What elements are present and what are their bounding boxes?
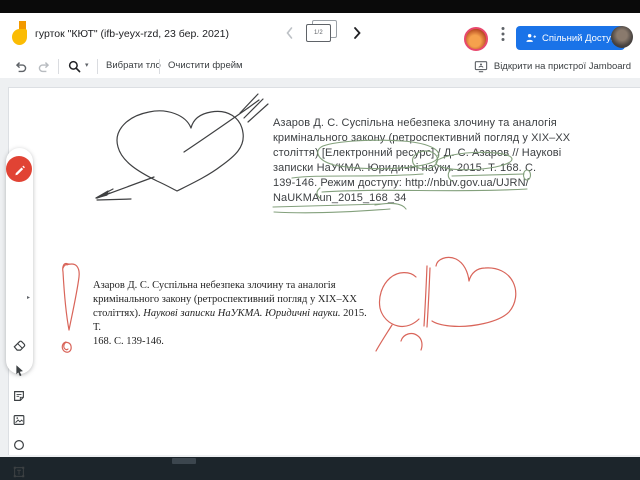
document-title: гурток "КЮТ" (ifb-yeyx-rzd, 23 бер. 2021… [35,28,229,40]
citation-line: записки НаУКМА. Юридичні науки. 2015. Т.… [273,162,537,174]
bottom-bar-highlight [172,458,196,464]
open-on-device-label: Відкрити на пристрої Jamboard [493,60,631,72]
shape-caret-icon[interactable]: ▸ [27,294,30,301]
citation-line: кримінального закону (ретроспективний по… [273,132,571,144]
clear-frame-button[interactable]: Очистити фрейм [168,55,243,77]
citation-line: століття) [Електронний ресурс] / Д. С. А… [273,147,562,159]
sticky-note-icon [14,391,24,401]
jamboard-device-icon [474,60,488,72]
share-button[interactable]: Спільний Доступ [516,26,626,50]
text-box-icon [13,466,25,478]
person-add-icon [526,34,537,42]
jamboard-logo-icon[interactable] [12,21,28,47]
eraser-tool[interactable] [9,334,29,354]
frame-toolbar: ▾ Вибрати тло Очистити фрейм Відкрити на… [0,55,640,79]
citation-text-object-bottom[interactable]: Азаров Д. С. Суспільна небезпека злочину… [93,279,369,349]
pen-icon [14,165,25,175]
citation-line: кримінального закону (ретроспективний по… [93,294,357,305]
image-icon [13,415,25,425]
open-on-device-button[interactable]: Відкрити на пристрої Jamboard [474,55,631,77]
account-avatar[interactable] [611,26,633,48]
eraser-icon [13,340,25,351]
app-header: гурток "КЮТ" (ifb-yeyx-rzd, 23 бер. 2021… [0,13,640,55]
undo-button[interactable] [12,58,29,75]
citation-line: 139-146. Режим доступу: http://nbuv.gov.… [273,177,529,189]
citation-text-object-top[interactable]: Азаров Д. С. Суспільна небезпека злочину… [273,116,609,206]
citation-line: 168. С. 139-146. [93,336,164,347]
top-letterbox-strip [0,0,640,13]
more-menu-icon[interactable] [496,25,510,43]
jamboard-app-window: гурток "КЮТ" (ifb-yeyx-rzd, 23 бер. 2021… [0,0,640,480]
sticky-note-tool[interactable] [9,386,29,406]
cursor-arrow-icon [16,365,23,377]
share-button-label: Спільний Доступ [542,32,617,44]
choose-background-button[interactable]: Вибрати тло [106,55,161,77]
citation-line: століттях). Наукові записки НаУКМА. Юрид… [93,308,367,333]
circle-shape-tool[interactable] [9,435,29,455]
toolbar-divider [97,59,98,74]
magnifier-icon [68,60,81,73]
next-frame-icon[interactable] [349,23,365,43]
drawing-tool-palette: ▸ [6,148,33,478]
image-tool[interactable] [9,410,29,430]
select-tool[interactable] [9,360,29,380]
frame-indicator[interactable]: 1/2 [306,24,331,42]
citation-line: NaUKMAun_2015_168_34 [273,192,407,204]
toolbar-divider [159,59,160,74]
bottom-letterbox-bar [0,457,640,480]
previous-frame-icon[interactable] [282,23,298,43]
toolbar-divider [58,59,59,74]
citation-line: Азаров Д. С. Суспільна небезпека злочину… [273,117,557,129]
zoom-caret-icon[interactable]: ▾ [85,61,89,69]
text-box-tool[interactable] [9,462,29,480]
undo-icon [15,62,27,73]
redo-icon [38,62,50,73]
zoom-button[interactable] [66,58,83,75]
circle-icon [14,440,24,450]
citation-line: Азаров Д. С. Суспільна небезпека злочину… [93,280,336,291]
pen-tool[interactable] [6,156,32,182]
redo-button[interactable] [36,58,53,75]
presence-avatar [464,27,488,51]
